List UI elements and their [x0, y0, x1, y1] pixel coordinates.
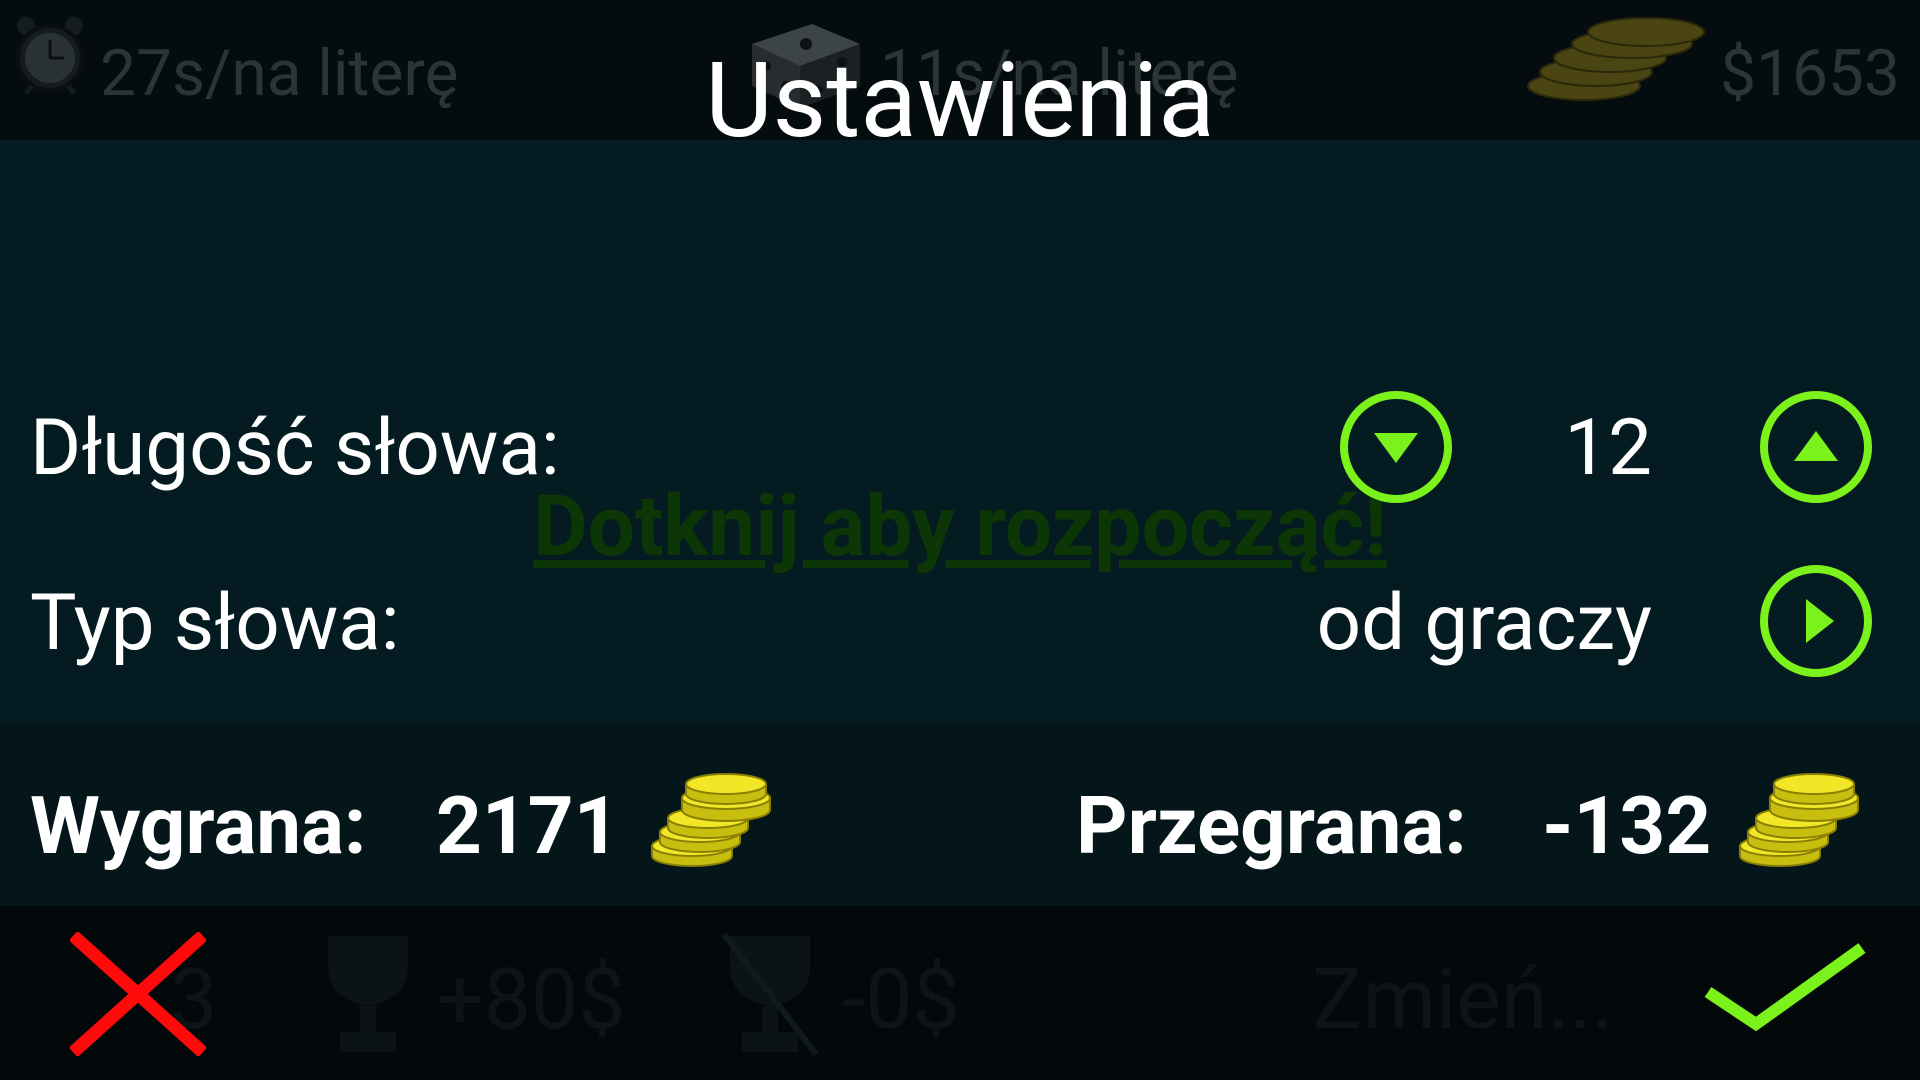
next-word-type-button[interactable]	[1760, 565, 1872, 677]
background-penalty-text: -0$	[842, 950, 960, 1049]
increase-length-button[interactable]	[1760, 391, 1872, 503]
loss-value: -132	[1542, 779, 1712, 873]
broken-trophy-icon	[720, 930, 820, 1058]
tap-to-start-text: Dotknij aby rozpocząć!	[533, 477, 1387, 576]
red-x-icon	[68, 930, 208, 1058]
decrease-length-button[interactable]	[1340, 391, 1452, 503]
background-bonus-text: +80$	[436, 950, 626, 1049]
word-type-label: Typ słowa:	[30, 578, 400, 669]
cancel-button[interactable]	[68, 930, 208, 1058]
win-label: Wygrana:	[30, 779, 367, 873]
triangle-right-icon	[1806, 599, 1834, 643]
word-length-label: Długość słowa:	[30, 403, 560, 494]
background-change-button: Zmień...	[1312, 950, 1614, 1049]
green-check-icon	[1704, 943, 1866, 1032]
word-type-value: od graczy	[1316, 578, 1652, 669]
dialog-title: Ustawienia	[705, 41, 1215, 162]
win-value: 2171	[436, 779, 620, 873]
loss-label: Przegrana:	[1076, 779, 1467, 873]
trophy-icon	[318, 930, 418, 1058]
win-coins-icon	[648, 772, 778, 868]
background-bottom-bar	[0, 906, 1920, 1080]
loss-coins-icon	[1736, 772, 1866, 868]
word-length-value: 12	[1564, 403, 1652, 494]
triangle-down-icon	[1374, 433, 1418, 463]
triangle-up-icon	[1794, 431, 1838, 461]
confirm-button[interactable]	[1700, 932, 1870, 1056]
